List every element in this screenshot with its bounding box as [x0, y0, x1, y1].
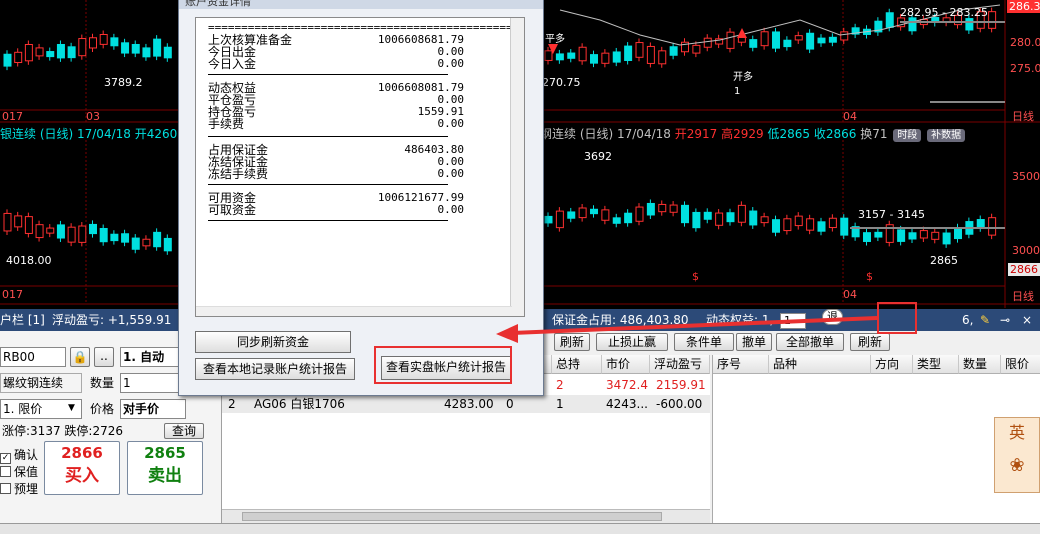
mid-price-tick: 3500 [1012, 170, 1040, 183]
mid-axis-label-right: 04 [843, 288, 857, 301]
mid-last-price: 2866 [1008, 263, 1040, 276]
local-report-button[interactable]: 查看本地记录账户统计报告 [195, 358, 355, 380]
report-divider [208, 74, 448, 75]
price-label: 价格 [90, 402, 115, 416]
col-header-contract[interactable]: 品种 [769, 355, 871, 374]
pin-icon[interactable]: ⊸ [1000, 309, 1010, 331]
mid-annotation: 4018.00 [6, 254, 52, 267]
query-button[interactable]: 查询 [164, 423, 204, 439]
orders-table[interactable]: 序号 品种 方向 类型 数量 限价 [712, 355, 1040, 523]
buy-label: 买入 [65, 466, 99, 486]
account-bar-title: 户栏 [1] [0, 313, 45, 327]
margin-summary: 保证金占用: 486,403.80 [552, 313, 689, 327]
funds-report[interactable]: ========================================… [195, 17, 525, 317]
col-header-index[interactable]: 序号 [713, 355, 769, 374]
more-button[interactable]: .. [94, 347, 114, 367]
dynamic-equity-summary: 动态权益: 1, [706, 313, 774, 327]
condition-order-button[interactable]: 条件单 [674, 333, 734, 351]
exit-button[interactable]: 退 [822, 309, 843, 325]
report-divider [208, 184, 448, 185]
top-price-tick: 280.0 [1010, 36, 1040, 49]
left-chart-info: 银连续 (日线) 17/04/18 开4260.0 [0, 127, 189, 141]
report-divider [208, 220, 448, 221]
sync-funds-button[interactable]: 同步刷新资金 [195, 331, 351, 353]
left-tabs [0, 523, 222, 534]
col-header-direction[interactable]: 方向 [871, 355, 913, 374]
mid-annotation: 3692 [584, 150, 612, 163]
cancel-order-button[interactable]: 撤单 [736, 333, 772, 351]
trade-marker-label: 1 [734, 86, 741, 97]
trade-marker-label: 开多 [733, 72, 753, 83]
hedge-checkbox[interactable]: 保值 [0, 464, 38, 480]
refresh-positions-button[interactable]: 刷新 [554, 333, 590, 351]
top-axis-label-left: 017 [2, 110, 23, 123]
mid-marker: $ [692, 270, 699, 283]
fill-data-button[interactable]: 补数据 [927, 129, 966, 142]
chevron-down-icon[interactable]: ▼ [68, 403, 75, 413]
top-annotation: 270.75 [542, 76, 581, 89]
sell-price: 2865 [144, 444, 186, 462]
mid-annotation: 2865 [930, 254, 958, 267]
col-header-float-pl[interactable]: 浮动盈亏 [650, 355, 710, 374]
col-header-type[interactable]: 类型 [913, 355, 959, 374]
mid-marker: $ [866, 270, 873, 283]
account-selector[interactable]: 1 [780, 313, 806, 329]
confirm-checkbox[interactable]: ✓ 确认 [0, 447, 38, 464]
top-price-tick: 275.0 [1010, 62, 1040, 75]
preset-checkbox[interactable]: 预埋 [0, 481, 38, 497]
stop-loss-button[interactable]: 止损止赢 [596, 333, 668, 351]
paw-icon: ❀ [1009, 455, 1025, 476]
mid-chart-period: 日线 [1012, 290, 1034, 303]
col-header-limit[interactable]: 限价 [1001, 355, 1040, 374]
sell-button[interactable]: 2865 卖出 [127, 441, 203, 495]
tool-icon[interactable]: ✎ [980, 309, 990, 331]
price-input[interactable]: 对手价 [120, 399, 186, 419]
account-funds-dialog[interactable]: 账户资金详情 =================================… [178, 0, 544, 396]
col-header-total[interactable]: 总持 [552, 355, 602, 374]
side-badge[interactable]: 英 ❀ [994, 417, 1040, 493]
bottom-tabs [222, 523, 1040, 534]
mid-annotation: 3157 - 3145 [858, 208, 925, 221]
buy-price: 2866 [61, 444, 103, 462]
trade-marker-label: 平多 [545, 34, 565, 45]
dialog-title: 账户资金详情 [179, 0, 543, 9]
lock-icon[interactable]: 🔒 [70, 347, 90, 367]
cancel-all-button[interactable]: 全部撤单 [776, 333, 844, 351]
top-axis-label-mid: 03 [86, 110, 100, 123]
status-trailing: 6, [962, 313, 974, 327]
sell-label: 卖出 [148, 466, 182, 486]
top-last-price: 286.3 [1007, 0, 1040, 13]
contract-field[interactable]: 螺纹钢连续 [0, 373, 82, 393]
report-divider [208, 136, 448, 137]
limit-prices: 涨停:3137 跌停:2726 [2, 424, 123, 438]
float-pl-summary: 浮动盈亏: +1,559.91 [52, 313, 172, 327]
highlight-box-detail-button [877, 302, 917, 334]
mid-axis-label-left: 017 [2, 288, 23, 301]
buy-button[interactable]: 2866 买入 [44, 441, 120, 495]
report-scrollbar[interactable] [510, 18, 524, 316]
time-segment-button[interactable]: 时段 [893, 129, 922, 142]
col-header-market[interactable]: 市价 [602, 355, 650, 374]
top-axis-label-right: 04 [843, 110, 857, 123]
report-hscroll[interactable] [196, 306, 512, 316]
check-icon: ✓ [0, 453, 11, 464]
col-header-qty[interactable]: 数量 [959, 355, 1001, 374]
highlight-box-report-button [374, 346, 512, 384]
mid-price-tick: 3000 [1012, 244, 1040, 257]
table-row[interactable]: 2 AG06 白银1706 4283.00 0 1 4243... -600.0… [222, 395, 710, 413]
account-field[interactable]: RB00 [0, 347, 66, 367]
positions-hscroll[interactable] [222, 509, 710, 523]
quantity-label: 数量 [90, 376, 115, 390]
top-annotation: 282.95 - 283.25 [900, 6, 988, 19]
refresh-orders-button[interactable]: 刷新 [850, 333, 890, 351]
close-icon[interactable]: × [1022, 309, 1032, 331]
mid-chart-info: 纲连续 (日线) 17/04/18 开2917 高2929 低2865 收286… [540, 126, 966, 142]
top-annotation: 3789.2 [104, 76, 143, 89]
top-chart-period: 日线 [1012, 110, 1034, 123]
